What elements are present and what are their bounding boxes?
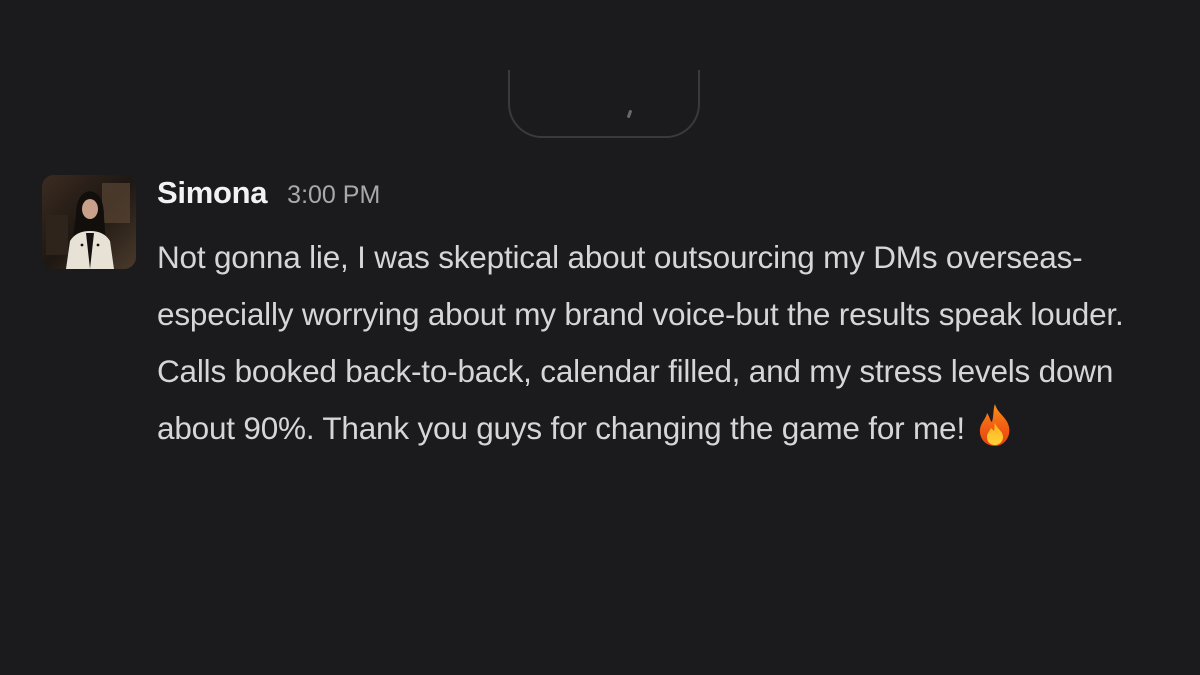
message-content: Simona 3:00 PM Not gonna lie, I was skep… (157, 175, 1167, 465)
fire-emoji (975, 403, 1015, 465)
date-divider-pill[interactable] (508, 70, 700, 138)
user-avatar-photo[interactable] (42, 175, 136, 269)
avatar-image (42, 175, 136, 269)
message-timestamp[interactable]: 3:00 PM (287, 181, 380, 210)
chat-view: Simona 3:00 PM Not gonna lie, I was skep… (0, 0, 1200, 675)
message-header: Simona 3:00 PM (157, 175, 1167, 219)
author-name[interactable]: Simona (157, 175, 267, 211)
fire-icon (979, 404, 1010, 446)
date-divider-mark (626, 109, 633, 119)
message-body: Not gonna lie, I was skeptical about out… (157, 229, 1167, 465)
